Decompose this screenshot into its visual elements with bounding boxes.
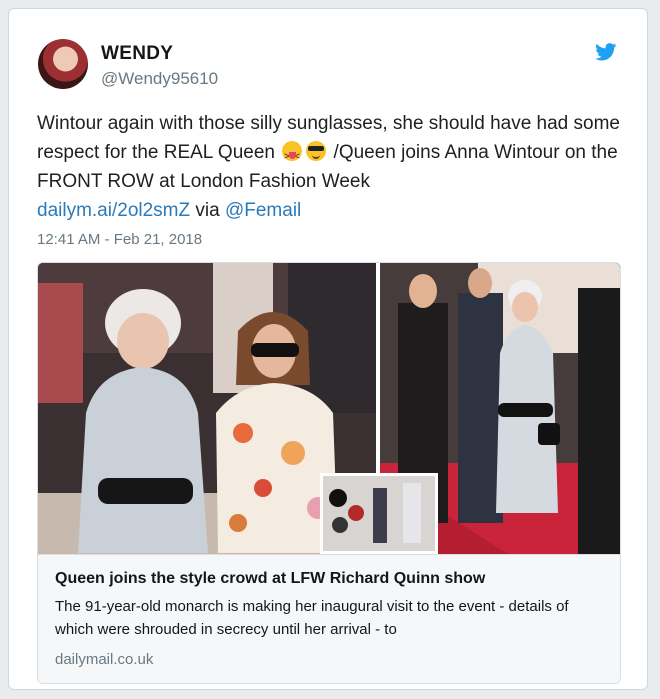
mention-link[interactable]: @Femail xyxy=(225,200,301,221)
twitter-bird-icon[interactable] xyxy=(595,43,617,61)
tweet-text: Wintour again with those silly sunglasse… xyxy=(37,109,627,225)
card-photo xyxy=(38,263,620,554)
card-domain: dailymail.co.uk xyxy=(55,651,154,668)
tweet-embed: WENDY @Wendy95610 Wintour again with tho… xyxy=(8,8,648,690)
card-title[interactable]: Queen joins the style crowd at LFW Richa… xyxy=(55,570,485,588)
article-link[interactable]: dailym.ai/2ol2smZ xyxy=(37,200,190,221)
card-body: Queen joins the style crowd at LFW Richa… xyxy=(38,554,620,683)
avatar[interactable] xyxy=(38,39,88,89)
author-handle[interactable]: @Wendy95610 xyxy=(101,69,218,89)
smiling-face-with-sunglasses-emoji xyxy=(306,141,327,161)
squinting-face-with-tongue-emoji xyxy=(282,141,303,171)
author-name[interactable]: WENDY xyxy=(101,43,173,65)
card-description: The 91-year-old monarch is making her in… xyxy=(55,598,569,638)
timestamp[interactable]: 12:41 AM - Feb 21, 2018 xyxy=(37,231,202,248)
link-card[interactable]: Queen joins the style crowd at LFW Richa… xyxy=(37,262,621,684)
via-text: via xyxy=(190,200,225,221)
